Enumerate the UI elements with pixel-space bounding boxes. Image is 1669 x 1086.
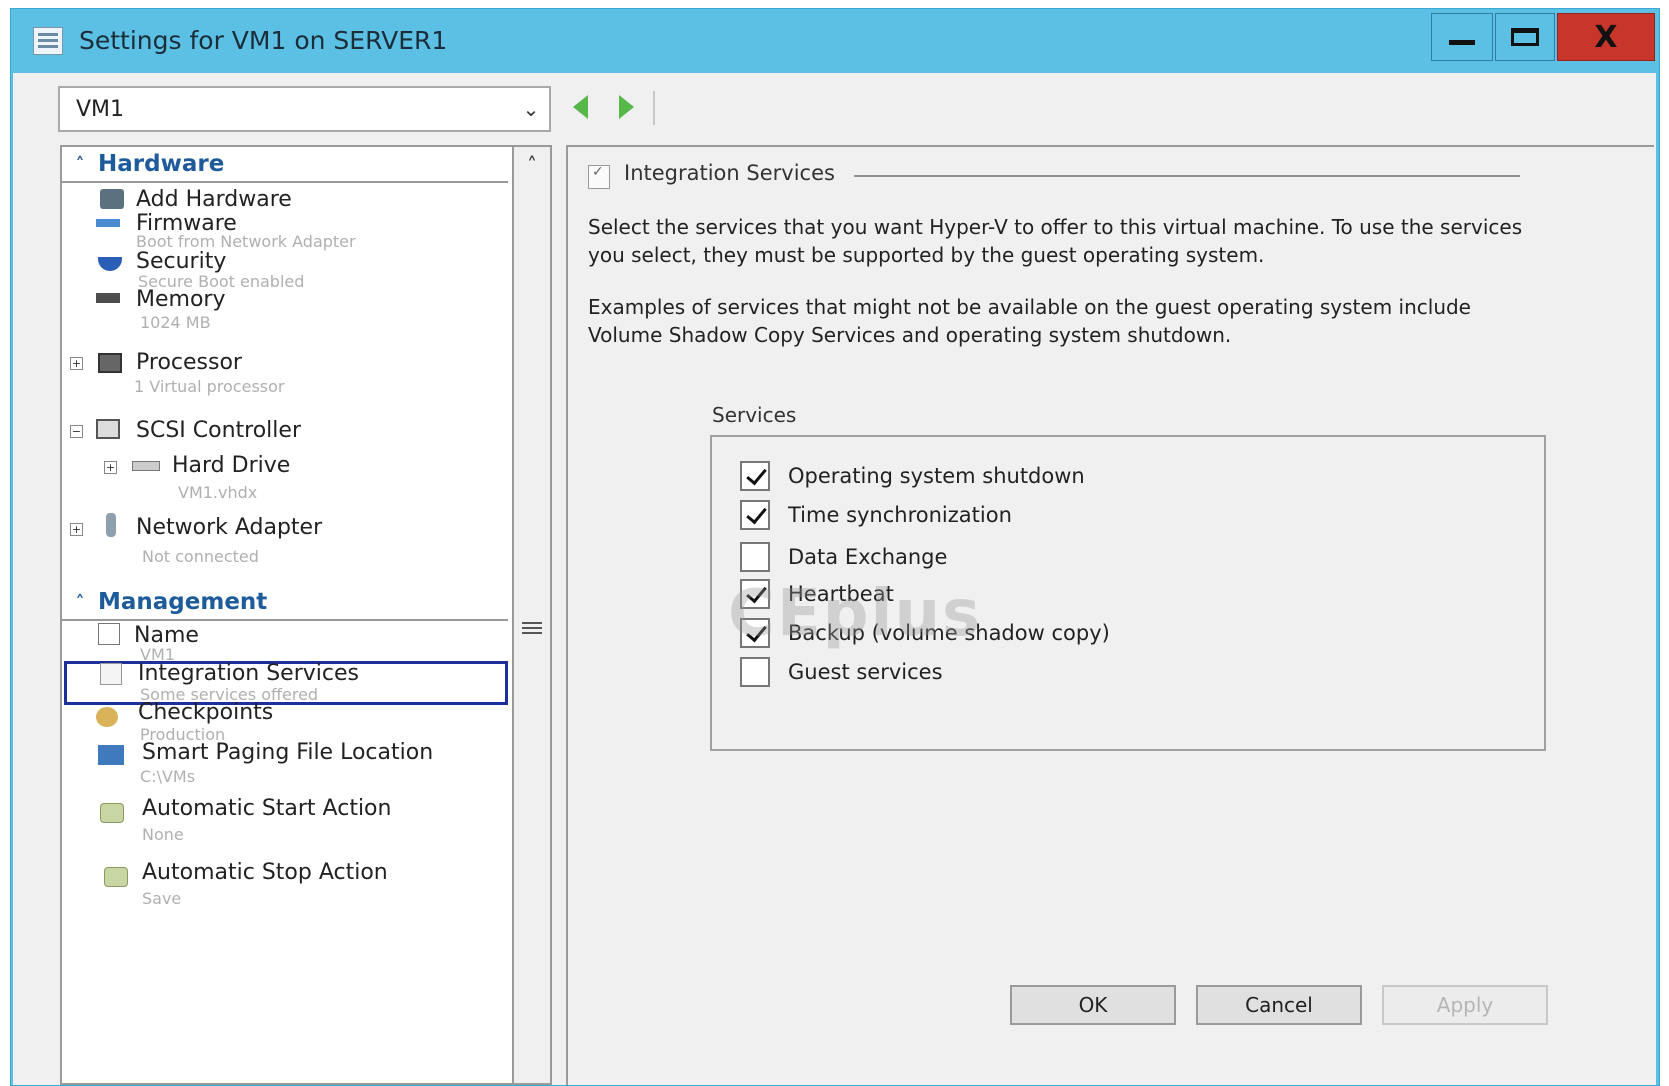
- processor-icon: [98, 353, 122, 373]
- vm-selector-dropdown[interactable]: VM1 ⌄: [58, 86, 551, 132]
- tree-scrollbar[interactable]: ˄: [512, 145, 552, 1085]
- service-row-guest-services[interactable]: Guest services: [740, 657, 943, 687]
- network-adapter-icon: [106, 513, 116, 537]
- memory-icon: [96, 293, 120, 303]
- tree-item-hard-drive[interactable]: Hard Drive: [172, 453, 290, 478]
- close-button[interactable]: X: [1557, 13, 1655, 61]
- chevron-down-icon: ⌄: [522, 97, 540, 121]
- expand-plus-icon[interactable]: +: [70, 523, 83, 536]
- automatic-stop-detail: Save: [142, 889, 182, 908]
- smart-paging-detail: C:\VMs: [140, 767, 196, 786]
- description-paragraph-1: Select the services that you want Hyper-…: [588, 215, 1523, 267]
- service-row-os-shutdown[interactable]: Operating system shutdown: [740, 461, 1085, 491]
- scroll-grip-icon[interactable]: [522, 619, 542, 639]
- smart-paging-icon: [98, 745, 124, 765]
- time-sync-checkbox[interactable]: [740, 500, 770, 530]
- settings-window: Settings for VM1 on SERVER1 X VM1 ⌄ ˄ Ha…: [10, 8, 1660, 1086]
- integration-services-icon: [588, 164, 610, 189]
- guest-services-checkbox[interactable]: [740, 657, 770, 687]
- os-shutdown-checkbox[interactable]: [740, 461, 770, 491]
- management-section-header[interactable]: ˄ Management: [62, 585, 508, 621]
- integration-services-icon: [100, 663, 122, 685]
- service-label: Time synchronization: [788, 503, 1012, 527]
- service-label: Data Exchange: [788, 545, 948, 569]
- memory-detail: 1024 MB: [140, 313, 211, 332]
- forward-arrow-icon[interactable]: [619, 95, 634, 119]
- collapse-minus-icon[interactable]: −: [70, 425, 83, 438]
- tree-item-security[interactable]: Security: [136, 249, 226, 274]
- tree-item-scsi-controller[interactable]: SCSI Controller: [136, 418, 301, 443]
- integration-services-panel: Integration Services Select the services…: [566, 145, 1654, 1085]
- tree-item-checkpoints[interactable]: Checkpoints: [138, 700, 273, 725]
- settings-app-icon: [33, 27, 63, 55]
- collapse-double-chevron-icon: ˄: [75, 591, 85, 613]
- service-row-time-sync[interactable]: Time synchronization: [740, 500, 1012, 530]
- back-arrow-icon[interactable]: [573, 95, 588, 119]
- minimize-icon: [1449, 39, 1475, 45]
- minimize-button[interactable]: [1431, 13, 1493, 61]
- scsi-controller-icon: [96, 419, 120, 439]
- service-row-data-exchange[interactable]: Data Exchange: [740, 542, 947, 572]
- automatic-stop-icon: [104, 867, 128, 887]
- tree-item-automatic-stop-action[interactable]: Automatic Stop Action: [142, 860, 388, 885]
- tree-item-integration-services[interactable]: Integration Services: [138, 661, 359, 686]
- checkpoints-icon: [96, 707, 118, 727]
- maximize-icon: [1511, 28, 1539, 46]
- description-paragraph-2: Examples of services that might not be a…: [588, 295, 1471, 347]
- tree-item-automatic-start-action[interactable]: Automatic Start Action: [142, 796, 391, 821]
- data-exchange-checkbox[interactable]: [740, 542, 770, 572]
- tree-item-network-adapter[interactable]: Network Adapter: [136, 515, 322, 540]
- cancel-button[interactable]: Cancel: [1196, 985, 1362, 1025]
- tree-item-smart-paging-file-location[interactable]: Smart Paging File Location: [142, 740, 433, 765]
- expand-plus-icon[interactable]: +: [70, 357, 83, 370]
- collapse-double-chevron-icon: ˄: [75, 153, 85, 175]
- apply-button[interactable]: Apply: [1382, 985, 1548, 1025]
- toolbar-separator: [653, 91, 655, 125]
- tree-item-memory[interactable]: Memory: [136, 287, 225, 312]
- scroll-up-arrow-icon[interactable]: ˄: [514, 147, 550, 183]
- hard-drive-detail: VM1.vhdx: [178, 483, 258, 502]
- settings-tree: ˄ Hardware Add Hardware Firmware Boot fr…: [60, 145, 512, 1085]
- tree-item-processor[interactable]: Processor: [136, 350, 242, 375]
- window-title: Settings for VM1 on SERVER1: [79, 26, 448, 55]
- services-group-label: Services: [712, 403, 797, 427]
- processor-detail: 1 Virtual processor: [134, 377, 285, 396]
- panel-title: Integration Services: [624, 161, 835, 185]
- ok-button[interactable]: OK: [1010, 985, 1176, 1025]
- service-label: Operating system shutdown: [788, 464, 1085, 488]
- hardware-header-label: Hardware: [98, 151, 225, 177]
- firmware-icon: [96, 219, 120, 227]
- vm-selector-value: VM1: [76, 96, 125, 122]
- watermark-logo: CEplus: [728, 577, 983, 651]
- automatic-start-detail: None: [142, 825, 184, 844]
- dialog-client-area: VM1 ⌄ ˄ Hardware Add Hardware Firmware B…: [13, 73, 1656, 1085]
- title-bar[interactable]: Settings for VM1 on SERVER1 X: [11, 9, 1659, 73]
- name-icon: [98, 623, 120, 645]
- service-label: Guest services: [788, 660, 943, 684]
- management-header-label: Management: [98, 589, 268, 615]
- tree-item-add-hardware[interactable]: Add Hardware: [136, 187, 292, 212]
- security-shield-icon: [98, 257, 122, 271]
- title-divider: [854, 175, 1520, 177]
- maximize-button[interactable]: [1495, 13, 1555, 61]
- expand-plus-icon[interactable]: +: [104, 461, 117, 474]
- hardware-section-header[interactable]: ˄ Hardware: [62, 147, 508, 183]
- add-hardware-icon: [100, 189, 124, 209]
- network-adapter-detail: Not connected: [142, 547, 259, 566]
- automatic-start-icon: [100, 803, 124, 823]
- hard-drive-icon: [132, 461, 160, 471]
